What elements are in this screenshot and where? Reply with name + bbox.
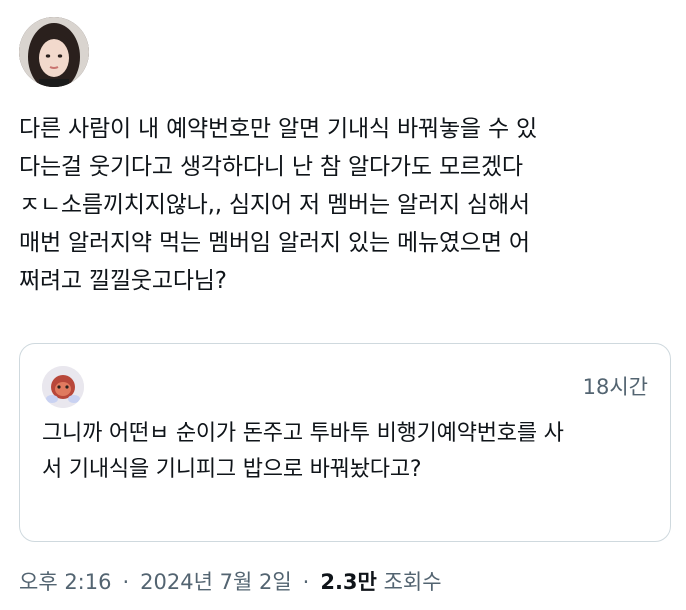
tweet-text-line: 매번 알러지약 먹는 멤버임 알러지 있는 메뉴였으면 어 [19,230,530,256]
tweet-text-line: 다른 사람이 내 예약번호만 알면 기내식 바꿔놓을 수 있 [19,116,538,142]
quoted-tweet-timestamp[interactable]: 18시간 [583,371,648,401]
meta-separator: · [122,570,130,594]
tweet-text-line: 다는걸 웃기다고 생각하다니 난 참 알다가도 모르겠다 [19,154,523,180]
view-count: 2.3만 [320,570,377,594]
quoted-tweet-text: 그니까 어떤ㅂ 순이가 돈주고 투바투 비행기예약번호를 사 서 기내식을 기니… [42,416,654,488]
tweet-text: 다른 사람이 내 예약번호만 알면 기내식 바꿔놓을 수 있 다는걸 웃기다고 … [19,110,669,300]
meta-separator: · [302,570,310,594]
tweet-text-line: ㅈㄴ소름끼치지않나,, 심지어 저 멤버는 알러지 심해서 [19,192,530,218]
quoted-tweet-card[interactable]: 18시간 그니까 어떤ㅂ 순이가 돈주고 투바투 비행기예약번호를 사 서 기내… [19,343,671,542]
view-count-label: 조회수 [383,570,442,594]
tweet-text-line: 쩌려고 낄낄웃고다님? [19,268,227,294]
avatar-photo-icon [19,17,89,87]
quoted-author-avatar[interactable] [42,366,84,408]
author-avatar[interactable] [19,17,89,87]
quoted-tweet-text-line: 그니까 어떤ㅂ 순이가 돈주고 투바투 비행기예약번호를 사 [42,421,564,446]
tweet-time[interactable]: 오후 2:16 [19,570,111,594]
tweet-meta: 오후 2:16 · 2024년 7월 2일 · 2.3만 조회수 [19,566,442,596]
quoted-tweet-text-line: 서 기내식을 기니피그 밥으로 바꿔놨다고? [42,457,422,482]
avatar-photo-icon [42,366,84,408]
tweet-date[interactable]: 2024년 7월 2일 [140,570,291,594]
